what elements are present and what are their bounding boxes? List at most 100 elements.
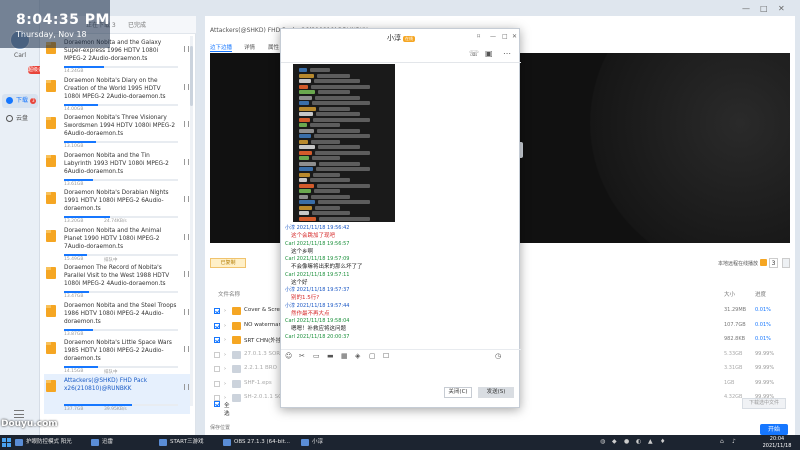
network-icon[interactable]: ⌂ bbox=[720, 438, 724, 445]
send-button[interactable]: 发送(S) bbox=[478, 387, 514, 398]
download-item-name: Doraemon Nobita's Dorabian Nights 1991 H… bbox=[64, 190, 169, 212]
pause-icon[interactable] bbox=[184, 271, 189, 277]
video-call-icon[interactable]: ▣ bbox=[485, 49, 493, 58]
pause-icon[interactable] bbox=[184, 308, 189, 315]
select-all-checkbox[interactable] bbox=[214, 401, 220, 407]
volume-icon[interactable]: ♪ bbox=[732, 438, 736, 445]
expand-arrow-icon[interactable]: › bbox=[224, 381, 226, 387]
taskbar-clock[interactable]: 20:04 2021/11/18 bbox=[755, 435, 799, 450]
message-text: 别的1.5行? bbox=[291, 295, 320, 301]
chat-input-toolbar: ☺ ✂ ▭ ▬ ▦ ◈ ▢ ☐ ◷ bbox=[285, 352, 515, 362]
tray-icon[interactable]: ◆ bbox=[612, 438, 617, 445]
nav-cloud[interactable]: 云盘 bbox=[2, 112, 38, 126]
save-location[interactable]: 保存位置 bbox=[210, 424, 230, 431]
expand-arrow-icon[interactable]: › bbox=[224, 337, 226, 343]
tray-icon[interactable]: ▲ bbox=[648, 438, 653, 445]
tab-details[interactable]: 详情 bbox=[244, 43, 255, 51]
file-progress: 99.99% bbox=[755, 350, 775, 357]
taskbar-item[interactable]: START三游戏 bbox=[158, 437, 203, 448]
tray-icon[interactable]: ◍ bbox=[600, 438, 605, 445]
start-button[interactable]: 开始 bbox=[760, 424, 788, 435]
folder-icon bbox=[46, 117, 56, 129]
screen-icon[interactable]: ▢ bbox=[369, 352, 376, 360]
nav-download[interactable]: 下载 3 bbox=[2, 94, 38, 108]
overlay-date: Thursday, Nov 18 bbox=[16, 30, 87, 39]
phone-icon[interactable]: ☐ bbox=[383, 352, 389, 360]
file-icon[interactable]: ▭ bbox=[313, 352, 320, 360]
download-item[interactable]: Doraemon Nobita and the Animal Planet 19… bbox=[44, 224, 190, 264]
copy-badge[interactable]: 已复制 bbox=[210, 258, 246, 268]
folder-icon[interactable]: ▬ bbox=[327, 352, 334, 360]
message-text: 嗯嗯！补救应将这问题 bbox=[291, 326, 347, 332]
shake-icon[interactable]: ◈ bbox=[355, 352, 360, 360]
download-item-name: Doraemon The Record of Nobita's Parallel… bbox=[64, 265, 170, 287]
pause-icon[interactable] bbox=[184, 383, 189, 390]
download-item[interactable]: Doraemon Nobita and the Tin Labyrinth 19… bbox=[44, 149, 190, 189]
pause-icon[interactable] bbox=[184, 158, 189, 165]
progress-bar bbox=[64, 328, 178, 331]
remote-toggle[interactable] bbox=[760, 259, 767, 266]
pause-icon[interactable] bbox=[184, 121, 189, 127]
file-checkbox[interactable] bbox=[214, 351, 220, 358]
download-item[interactable]: Doraemon Nobita's Dorabian Nights 1991 H… bbox=[44, 186, 190, 226]
file-checkbox[interactable] bbox=[214, 322, 220, 329]
expand-arrow-icon[interactable]: › bbox=[224, 366, 226, 372]
taskbar-item[interactable]: OBS 27.1.3 (64-bit... bbox=[222, 437, 290, 448]
tab-properties[interactable]: 属性 bbox=[268, 43, 279, 51]
scissors-icon[interactable]: ✂ bbox=[299, 352, 305, 360]
download-item[interactable]: Doraemon Nobita's Three Visionary Swords… bbox=[44, 111, 190, 151]
file-size: 31.29MB bbox=[724, 307, 747, 313]
pause-icon[interactable] bbox=[184, 46, 189, 52]
file-checkbox[interactable] bbox=[214, 380, 220, 387]
expand-arrow-icon[interactable]: › bbox=[224, 352, 226, 358]
file-checkbox[interactable] bbox=[214, 366, 220, 372]
image-icon[interactable]: ▦ bbox=[341, 352, 348, 360]
start-menu-icon[interactable] bbox=[2, 437, 12, 448]
divider bbox=[281, 62, 521, 63]
pause-icon[interactable] bbox=[184, 83, 189, 90]
taskbar-item[interactable]: 迅雷 bbox=[90, 437, 113, 448]
file-progress: 0.01% bbox=[755, 321, 771, 328]
download-item[interactable]: Doraemon Nobita's Diary on the Creation … bbox=[44, 74, 190, 114]
emoji-icon[interactable]: ☺ bbox=[285, 352, 292, 360]
tab-stream-play[interactable]: 边下边播 bbox=[210, 43, 233, 52]
expand-arrow-icon[interactable]: › bbox=[224, 308, 226, 314]
more-icon[interactable]: ⋯ bbox=[503, 49, 511, 58]
file-checkbox[interactable] bbox=[214, 337, 220, 343]
history-icon[interactable]: ◷ bbox=[495, 352, 501, 360]
download-selected-button[interactable]: 下载选中文件 bbox=[742, 398, 786, 409]
chat-screenshot-image[interactable] bbox=[293, 64, 395, 222]
taskbar-item[interactable]: 小淳 bbox=[300, 437, 323, 448]
menu-icon[interactable] bbox=[14, 410, 24, 418]
close-button[interactable]: 关闭(C) bbox=[444, 387, 472, 398]
download-item[interactable]: Doraemon The Record of Nobita's Parallel… bbox=[44, 261, 190, 301]
folder-icon bbox=[232, 379, 241, 388]
close-icon[interactable]: ✕ bbox=[512, 33, 517, 40]
download-item[interactable]: Attackers(@SHKD) FHD Pack x26(210810)@RU… bbox=[44, 373, 190, 414]
download-item[interactable]: Doraemon Nobita and the Steel Troops 198… bbox=[44, 299, 190, 339]
pause-icon[interactable] bbox=[184, 233, 189, 240]
file-name: SHF-1.eps bbox=[244, 379, 272, 386]
maximize-icon[interactable]: □ bbox=[502, 33, 508, 40]
expand-arrow-icon[interactable]: › bbox=[224, 323, 226, 329]
voice-call-icon[interactable]: ☏ bbox=[469, 49, 479, 58]
file-progress: 0.01% bbox=[755, 307, 771, 313]
file-checkbox[interactable] bbox=[214, 308, 220, 314]
pin-icon[interactable]: ⌑ bbox=[477, 33, 480, 40]
maximize-icon[interactable]: □ bbox=[760, 4, 768, 13]
pause-icon[interactable] bbox=[184, 196, 189, 202]
pause-icon[interactable] bbox=[184, 346, 189, 352]
file-size: 1GB bbox=[724, 379, 735, 386]
tray-icon[interactable]: ♦ bbox=[660, 438, 665, 445]
close-icon[interactable]: ✕ bbox=[778, 4, 785, 13]
minimize-icon[interactable]: — bbox=[490, 33, 496, 40]
list-scrollbar[interactable] bbox=[190, 36, 193, 406]
tray-icon[interactable]: ● bbox=[624, 438, 629, 445]
minimize-icon[interactable]: — bbox=[742, 4, 750, 13]
remote-menu-button[interactable] bbox=[782, 258, 790, 268]
file-size: 5.33GB bbox=[724, 350, 743, 357]
taskbar-item[interactable]: 护眼防控模式 阳光 bbox=[14, 437, 72, 448]
download-item[interactable]: Doraemon Nobita's Little Space Wars 1985… bbox=[44, 336, 190, 376]
tab-completed[interactable]: 已完成 bbox=[128, 20, 146, 29]
tray-icon[interactable]: ◐ bbox=[636, 438, 641, 445]
